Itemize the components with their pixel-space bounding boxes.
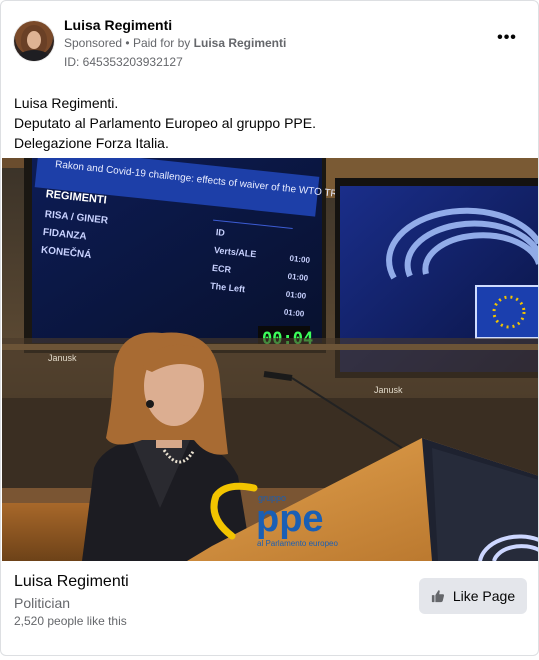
caption-line: Deputato al Parlamento Europeo al gruppo… xyxy=(14,115,316,131)
ad-meta: Sponsored • Paid for by Luisa Regimenti xyxy=(64,36,286,50)
footer-category: Politician xyxy=(14,595,71,611)
screen-group: ECR xyxy=(212,263,232,275)
caption-line: Delegazione Forza Italia. xyxy=(14,135,169,151)
ppe-subtitle: al Parlamento europeo xyxy=(257,539,338,548)
thumbs-up-icon xyxy=(431,590,444,603)
page-avatar[interactable] xyxy=(14,21,54,61)
ad-card: Luisa Regimenti Sponsored • Paid for by … xyxy=(0,0,539,656)
caption-line: Luisa Regimenti. xyxy=(14,95,119,111)
sponsored-label: Sponsored xyxy=(64,36,123,50)
like-page-button[interactable]: Like Page xyxy=(419,578,527,614)
seat-label: Janusk xyxy=(374,385,403,395)
ad-id: ID: 645353203932127 xyxy=(64,55,183,69)
paid-for-by-name: Luisa Regimenti xyxy=(193,36,287,50)
ad-caption: Luisa Regimenti. Deputato al Parlamento … xyxy=(14,93,316,153)
footer-likes-count: 2,520 people like this xyxy=(14,614,127,628)
screen-group: ID xyxy=(215,227,225,238)
ppe-wordmark: ppe xyxy=(256,498,324,540)
footer-page-name[interactable]: Luisa Regimenti xyxy=(14,573,129,591)
ad-image[interactable]: Rakon and Covid-19 challenge: effects of… xyxy=(2,158,538,561)
page-name-link[interactable]: Luisa Regimenti xyxy=(64,17,172,33)
like-page-label: Like Page xyxy=(452,588,516,604)
meta-separator: • xyxy=(125,36,130,50)
more-options-button[interactable]: ••• xyxy=(493,29,521,51)
seat-label: Janusk xyxy=(48,353,77,363)
paid-for-prefix: Paid for by xyxy=(132,36,191,50)
more-horizontal-icon: ••• xyxy=(497,29,517,46)
